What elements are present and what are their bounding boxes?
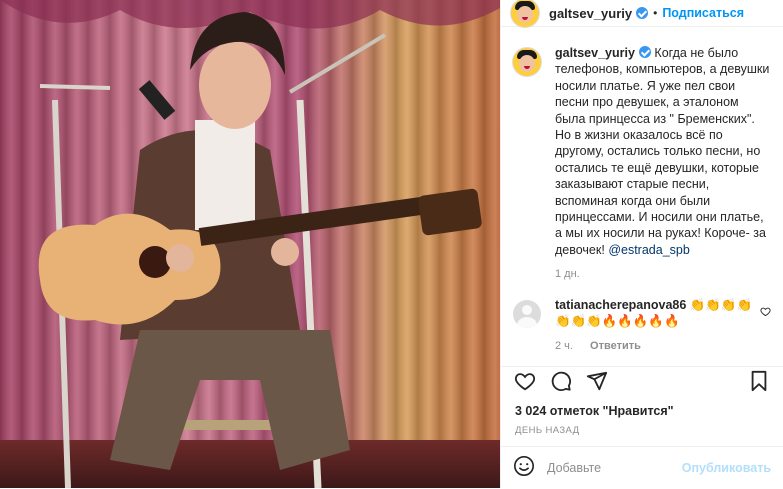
comment-item: tatianacherepanova86 👏👏👏👏👏👏👏🔥🔥🔥🔥🔥 2 ч. О… (513, 297, 771, 354)
comment-input[interactable]: Добавьте (547, 461, 682, 475)
post-caption: galtsev_yuriy Когда не было телефонов, к… (513, 45, 771, 283)
post-sidebar: galtsev_yuriy • Подписаться galtsev_yuri… (500, 0, 783, 488)
photo-illustration (0, 0, 500, 488)
follow-button[interactable]: Подписаться (662, 6, 744, 20)
post-photo[interactable] (0, 0, 500, 488)
caption-text: Когда не было телефонов, компьютеров, а … (555, 46, 770, 257)
caption-body: galtsev_yuriy Когда не было телефонов, к… (555, 45, 771, 283)
caption-author-avatar[interactable] (513, 48, 541, 76)
like-heart-icon[interactable] (513, 369, 537, 393)
share-icon[interactable] (585, 369, 609, 393)
action-bar (501, 366, 783, 395)
add-comment-bar: Добавьте Опубликовать (501, 446, 783, 489)
commenter-avatar[interactable] (513, 299, 541, 328)
verified-badge-icon (638, 46, 651, 58)
comments-list[interactable]: galtsev_yuriy Когда не было телефонов, к… (501, 45, 783, 354)
comment-icon[interactable] (549, 369, 573, 393)
commenter-username[interactable]: tatianacherepanova86 (555, 298, 686, 312)
comment-meta: 2 ч. Ответить (555, 338, 755, 354)
publish-button[interactable]: Опубликовать (682, 461, 771, 475)
caption-time[interactable]: 1 дн. (555, 266, 771, 282)
reply-button[interactable]: Ответить (590, 340, 641, 352)
post-header: galtsev_yuriy • Подписаться (501, 0, 783, 27)
comment-like-heart-icon[interactable] (760, 304, 771, 322)
instagram-post: galtsev_yuriy • Подписаться galtsev_yuri… (0, 0, 783, 488)
bookmark-icon[interactable] (747, 369, 771, 393)
comment-body: tatianacherepanova86 👏👏👏👏👏👏👏🔥🔥🔥🔥🔥 2 ч. О… (555, 297, 755, 354)
caption-username[interactable]: galtsev_yuriy (555, 46, 635, 60)
post-date[interactable]: ДЕНЬ НАЗАД (515, 425, 579, 436)
author-username[interactable]: galtsev_yuriy (549, 6, 632, 21)
likes-count[interactable]: 3 024 отметок "Нравится" (515, 404, 674, 418)
comment-time[interactable]: 2 ч. (555, 340, 573, 352)
emoji-icon[interactable] (513, 455, 535, 482)
separator-dot: • (653, 6, 658, 20)
author-avatar[interactable] (511, 0, 539, 27)
verified-badge-icon (636, 7, 649, 19)
caption-mention-link[interactable]: @estrada_spb (608, 243, 690, 257)
